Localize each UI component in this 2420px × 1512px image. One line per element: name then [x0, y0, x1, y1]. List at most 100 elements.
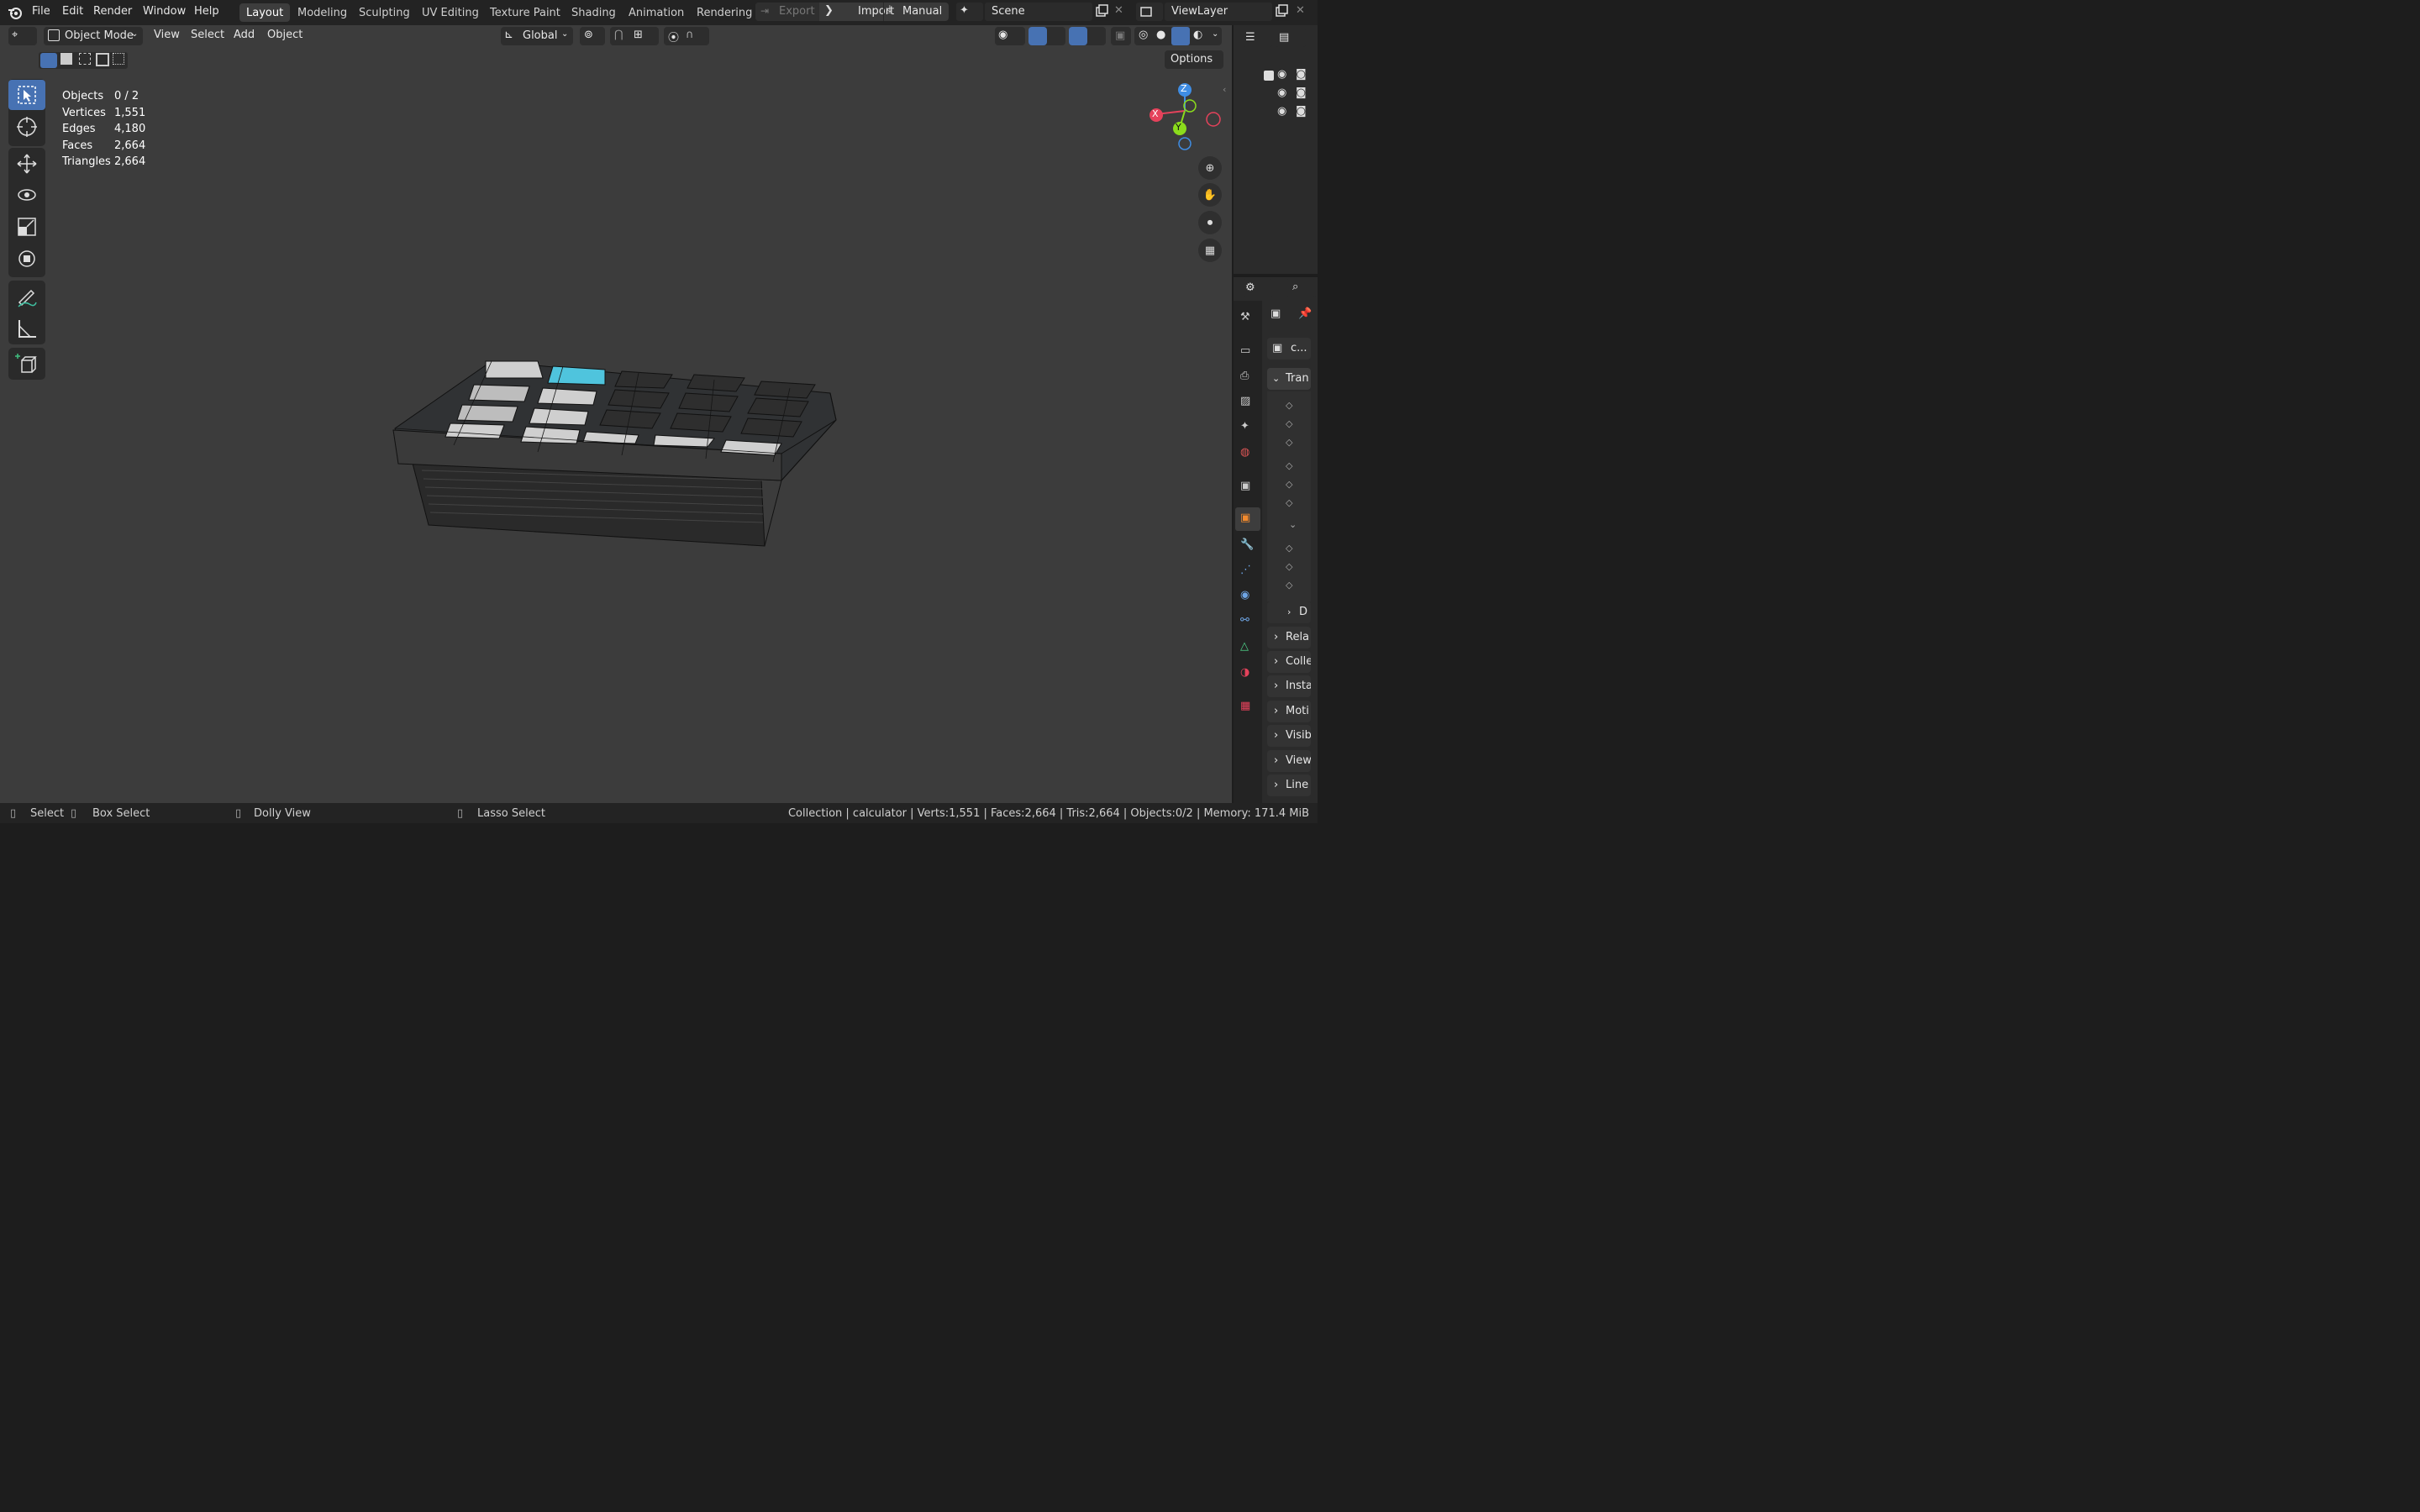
editor-type-dropdown[interactable]: ⌖	[8, 27, 37, 45]
solid-shading-icon[interactable]: ●	[1156, 29, 1165, 41]
world-tab-icon[interactable]: ◍	[1240, 446, 1249, 459]
pan-button[interactable]: ✋	[1198, 183, 1222, 207]
navigation-gizmo[interactable]: Z X Y	[1143, 81, 1227, 156]
eye-icon[interactable]: ◉	[1277, 105, 1286, 118]
scene-name-field[interactable]: Scene	[985, 3, 1092, 21]
chevron-down-icon[interactable]: ⌄	[1289, 519, 1297, 530]
panel-motion-paths[interactable]: › Moti	[1267, 701, 1311, 722]
keyframe-icon[interactable]: ◇	[1286, 580, 1292, 591]
panel-visibility[interactable]: › Visib	[1267, 725, 1311, 747]
rendered-shading-icon[interactable]: ◐	[1193, 29, 1202, 41]
blender-logo-icon[interactable]	[7, 5, 24, 20]
physics-tab-icon[interactable]: ◉	[1240, 589, 1249, 601]
eye-icon[interactable]: ◉	[1277, 87, 1286, 99]
data-tab-icon[interactable]: △	[1240, 640, 1249, 653]
tab-animation[interactable]: Animation	[622, 3, 691, 22]
object-tab[interactable]: ▣	[1235, 507, 1260, 531]
panel-viewport-display[interactable]: › View	[1267, 750, 1311, 772]
delete-viewlayer-icon[interactable]: ✕	[1296, 4, 1305, 17]
wireframe-shading-icon[interactable]: ◎	[1139, 29, 1148, 41]
visibility-dropdown[interactable]: ◉	[995, 27, 1025, 45]
select-intersect-icon[interactable]	[113, 53, 124, 65]
collection-tab-icon[interactable]: ▣	[1240, 480, 1250, 492]
import-button[interactable]: ❯ Import	[821, 3, 894, 21]
scale-tool[interactable]	[8, 212, 45, 242]
tab-modeling[interactable]: Modeling	[291, 3, 354, 22]
ortho-toggle-button[interactable]: ▦	[1198, 239, 1222, 262]
render-camera-icon[interactable]: ◙	[1296, 87, 1307, 99]
menu-edit[interactable]: Edit	[62, 5, 83, 18]
select-subtract-icon[interactable]	[79, 53, 91, 65]
keyframe-icon[interactable]: ◇	[1286, 460, 1292, 471]
material-shading-icon[interactable]	[1171, 27, 1190, 45]
add-cube-tool[interactable]	[8, 349, 45, 379]
export-button[interactable]: ⇥ Export	[755, 3, 819, 21]
proportional-edit-group[interactable]: ⦿ ∩	[664, 27, 709, 45]
panel-relations[interactable]: › Rela	[1267, 627, 1311, 648]
output-tab-icon[interactable]: ⎙	[1240, 370, 1249, 382]
menu-render[interactable]: Render	[93, 5, 132, 18]
keyframe-icon[interactable]: ◇	[1286, 543, 1292, 554]
mode-dropdown[interactable]: Object Mode ⌄	[44, 27, 143, 45]
calculator-model[interactable]	[370, 336, 857, 563]
keyframe-icon[interactable]: ◇	[1286, 479, 1292, 490]
select-new-button[interactable]	[40, 53, 57, 68]
keyframe-icon[interactable]: ◇	[1286, 561, 1292, 572]
tab-uv-editing[interactable]: UV Editing	[415, 3, 486, 22]
particles-tab-icon[interactable]: ⋰	[1240, 564, 1251, 576]
menu-file[interactable]: File	[32, 5, 50, 18]
render-tab-icon[interactable]: ▭	[1240, 344, 1250, 357]
options-dropdown[interactable]: Options	[1165, 50, 1223, 69]
panel-line-art[interactable]: › Line	[1267, 774, 1311, 796]
keyframe-icon[interactable]: ◇	[1286, 400, 1292, 411]
render-camera-icon[interactable]: ◙	[1296, 68, 1307, 81]
delete-scene-icon[interactable]: ✕	[1114, 4, 1123, 17]
menu-help[interactable]: Help	[194, 5, 219, 18]
tab-texture-paint[interactable]: Texture Paint	[483, 3, 567, 22]
keyframe-icon[interactable]: ◇	[1286, 497, 1292, 508]
viewlayer-browse-button[interactable]	[1136, 3, 1163, 21]
new-viewlayer-icon[interactable]	[1274, 3, 1289, 18]
camera-view-button[interactable]: ⏺	[1198, 211, 1222, 234]
viewlayer-name-field[interactable]: ViewLayer	[1165, 3, 1272, 21]
overlay-toggle[interactable]	[1069, 27, 1106, 45]
transform-orientation-dropdown[interactable]: ⊾ Global ⌄	[501, 27, 573, 45]
properties-search[interactable]: ⌕	[1286, 279, 1316, 297]
constraints-tab-icon[interactable]: ⚯	[1240, 614, 1249, 627]
scene-browse-button[interactable]: ✦	[956, 3, 983, 21]
menu-add[interactable]: Add	[234, 29, 255, 42]
render-camera-icon[interactable]: ◙	[1296, 105, 1307, 118]
sidebar-toggle-icon[interactable]: ‹	[1223, 84, 1226, 95]
texture-tab-icon[interactable]: ▦	[1240, 700, 1250, 712]
measure-tool[interactable]	[8, 313, 45, 344]
eye-icon[interactable]: ◉	[1277, 68, 1286, 81]
tab-shading[interactable]: Shading	[565, 3, 623, 22]
move-tool[interactable]	[8, 149, 45, 179]
pivot-point-dropdown[interactable]: ⊚	[580, 27, 605, 45]
tab-layout[interactable]: Layout	[239, 3, 291, 22]
view-layer-tab-icon[interactable]: ▨	[1240, 395, 1250, 407]
tool-tab-icon[interactable]: ⚒	[1240, 311, 1250, 323]
manual-button[interactable]: ⤓ Manual	[883, 3, 950, 21]
shading-mode-group[interactable]: ◎ ● ◐ ⌄	[1134, 27, 1222, 45]
menu-select[interactable]: Select	[191, 29, 224, 42]
scene-tab-icon[interactable]: ✦	[1240, 420, 1249, 433]
keyframe-icon[interactable]: ◇	[1286, 437, 1292, 448]
select-invert-icon[interactable]	[96, 53, 109, 66]
display-mode-dropdown[interactable]: ▤	[1276, 29, 1306, 47]
gizmo-toggle[interactable]	[1028, 27, 1065, 45]
panel-instancing[interactable]: › Insta	[1267, 675, 1311, 697]
pin-icon[interactable]: 📌	[1298, 307, 1312, 320]
menu-object[interactable]: Object	[267, 29, 302, 42]
cursor-tool[interactable]	[8, 112, 45, 142]
xray-toggle[interactable]: ▣	[1111, 27, 1131, 45]
panel-collections[interactable]: › Colle	[1267, 651, 1311, 673]
select-box-tool[interactable]	[8, 80, 45, 110]
collection-checkbox[interactable]	[1264, 71, 1274, 81]
zoom-button[interactable]: ⊕	[1198, 156, 1222, 180]
new-scene-icon[interactable]	[1094, 3, 1109, 18]
material-tab-icon[interactable]: ◑	[1240, 666, 1249, 679]
delta-transform-header[interactable]: › D	[1267, 601, 1311, 623]
object-name-field[interactable]: ▣ c...	[1267, 338, 1311, 360]
transform-panel-header[interactable]: ⌄ Tran	[1267, 368, 1311, 390]
